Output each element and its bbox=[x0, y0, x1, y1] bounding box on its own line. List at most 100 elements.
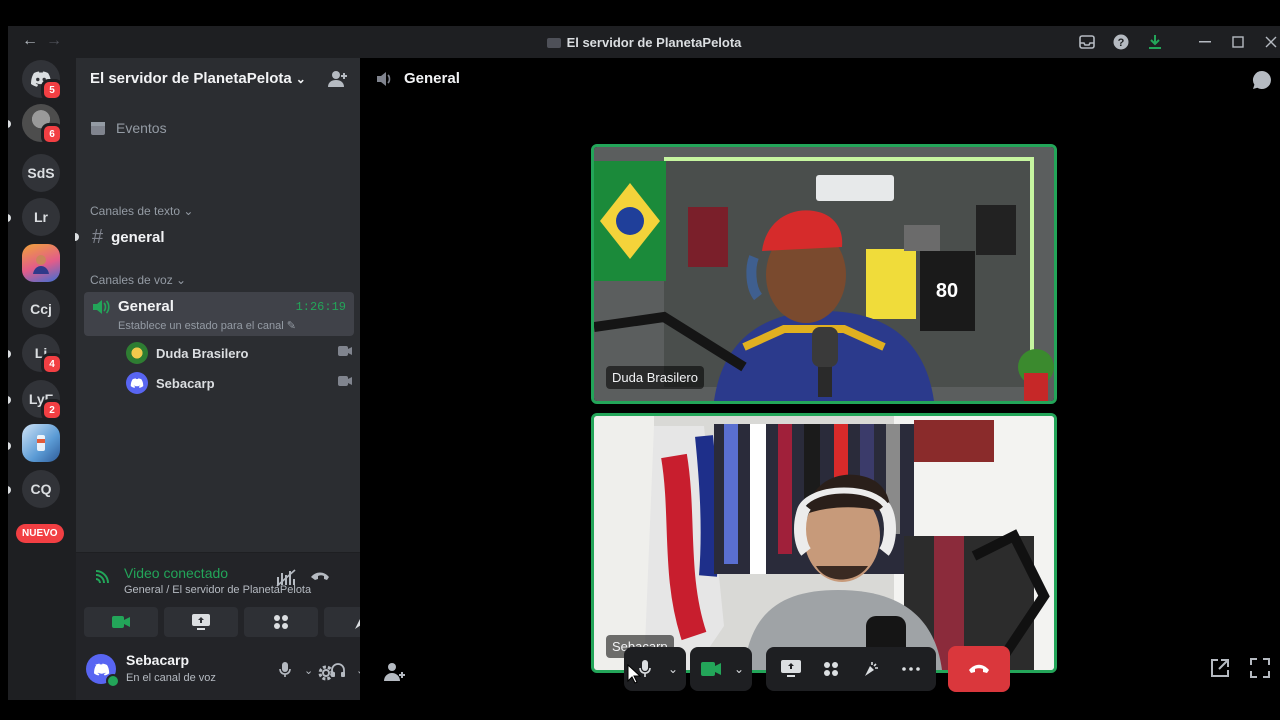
screen-share-icon bbox=[192, 614, 210, 630]
voice-user-duda[interactable]: Duda Brasilero bbox=[126, 342, 248, 364]
discord-home-icon[interactable]: 5 bbox=[22, 60, 63, 101]
activities-icon bbox=[824, 662, 838, 676]
maximize-icon[interactable] bbox=[1230, 34, 1246, 50]
voice-connected-title[interactable]: Video conectado bbox=[124, 565, 228, 581]
video-camera-icon bbox=[112, 616, 130, 628]
chevron-down-icon[interactable]: ⌄ bbox=[734, 662, 748, 676]
close-icon[interactable] bbox=[1263, 34, 1279, 50]
camera-button[interactable] bbox=[84, 607, 158, 637]
channel-sidebar: El servidor de PlanetaPelota ⌄ Eventos Ca… bbox=[75, 58, 398, 700]
pencil-icon: ✎ bbox=[286, 320, 297, 332]
voice-channel-name: General bbox=[118, 298, 174, 315]
unread-pill bbox=[8, 120, 11, 128]
speaker-icon bbox=[92, 299, 110, 315]
chevron-down-icon[interactable]: ⌄ bbox=[304, 664, 313, 677]
server-label: Lr bbox=[34, 209, 48, 225]
discord-avatar-icon bbox=[126, 372, 148, 394]
new-badge[interactable]: NUEVO bbox=[16, 524, 64, 543]
channel-status[interactable]: Establece un estado para el canal ✎ bbox=[118, 319, 296, 332]
gear-icon[interactable] bbox=[317, 664, 335, 682]
actions-group bbox=[766, 647, 936, 691]
unread-pill bbox=[8, 214, 11, 222]
voice-category[interactable]: Canales de voz ⌄ bbox=[90, 273, 186, 287]
camera-group: ⌄ bbox=[690, 647, 752, 691]
unread-pill bbox=[75, 233, 79, 241]
video-tile-sebacarp[interactable]: Sebacarp bbox=[591, 413, 1057, 673]
participant-name: Duda Brasilero bbox=[606, 366, 704, 389]
channel-status-text: Establece un estado para el canal bbox=[118, 320, 284, 332]
microphone-icon[interactable] bbox=[279, 662, 291, 678]
server-sds[interactable]: SdS bbox=[22, 154, 60, 192]
notification-badge: 2 bbox=[41, 399, 63, 421]
screen-share-icon bbox=[781, 660, 801, 677]
title-bar: ← → El servidor de PlanetaPelota ? bbox=[8, 26, 1280, 58]
user-status: En el canal de voz bbox=[126, 672, 216, 684]
window-title-text: El servidor de PlanetaPelota bbox=[566, 35, 742, 50]
server-li[interactable]: Li 4 bbox=[22, 334, 63, 375]
server-ccj[interactable]: Ccj bbox=[22, 290, 60, 328]
pop-out-icon[interactable] bbox=[1210, 658, 1230, 678]
server-lyf[interactable]: LyF 2 bbox=[22, 380, 63, 421]
server-avatar-2[interactable] bbox=[22, 244, 60, 282]
invite-user-icon[interactable] bbox=[328, 70, 348, 88]
events-label: Eventos bbox=[116, 120, 167, 136]
events-link[interactable]: Eventos bbox=[90, 120, 167, 136]
channel-general-text[interactable]: # general bbox=[92, 226, 164, 249]
server-cq[interactable]: CQ bbox=[22, 470, 60, 508]
text-category[interactable]: Canales de texto ⌄ bbox=[90, 204, 193, 218]
chat-bubble-icon[interactable] bbox=[1252, 70, 1272, 90]
screen-share-button[interactable] bbox=[164, 607, 238, 637]
unread-pill bbox=[8, 396, 11, 404]
server-rail: 5 6 SdS Lr Ccj Li 4 LyF 2 CQ NUEVO bbox=[8, 58, 76, 700]
server-lr[interactable]: Lr bbox=[22, 198, 60, 236]
call-controls: ⌄ ⌄ bbox=[624, 646, 1010, 692]
server-avatar-3[interactable] bbox=[22, 424, 60, 462]
minimize-icon[interactable] bbox=[1197, 34, 1213, 50]
server-header[interactable]: El servidor de PlanetaPelota ⌄ bbox=[76, 58, 360, 102]
server-avatar-1[interactable]: 6 bbox=[22, 104, 63, 145]
video-camera-icon bbox=[701, 662, 721, 676]
help-icon[interactable]: ? bbox=[1113, 34, 1129, 50]
voice-channel-general[interactable]: General 1:26:19 Establece un estado para… bbox=[84, 292, 354, 336]
noise-suppression-icon[interactable] bbox=[276, 569, 296, 587]
hashtag-icon: # bbox=[92, 226, 104, 248]
screen-share-button[interactable] bbox=[774, 652, 808, 686]
activities-button[interactable] bbox=[814, 652, 848, 686]
voice-connected-panel: Video conectado General / El servidor de… bbox=[76, 552, 398, 640]
add-people-icon[interactable] bbox=[384, 662, 406, 682]
category-label: Canales de texto bbox=[90, 204, 181, 218]
video-feed-sebacarp bbox=[594, 416, 1054, 670]
call-duration: 1:26:19 bbox=[295, 300, 346, 314]
calendar-icon bbox=[91, 122, 105, 135]
disconnect-icon[interactable] bbox=[310, 571, 330, 581]
online-status-dot bbox=[106, 674, 120, 688]
server-name: El servidor de PlanetaPelota bbox=[90, 70, 292, 87]
notification-badge: 6 bbox=[41, 123, 63, 145]
soundboard-button[interactable] bbox=[854, 652, 888, 686]
video-feed-duda: 80 bbox=[594, 147, 1054, 401]
soundboard-icon bbox=[865, 662, 878, 676]
download-icon[interactable] bbox=[1147, 34, 1163, 50]
notification-badge: 4 bbox=[41, 353, 63, 375]
activities-button[interactable] bbox=[244, 607, 318, 637]
user-name[interactable]: Sebacarp bbox=[126, 652, 189, 668]
discord-window: ← → El servidor de PlanetaPelota ? 5 6 S… bbox=[8, 26, 1280, 700]
leave-call-button[interactable] bbox=[948, 646, 1010, 692]
video-camera-icon bbox=[338, 376, 352, 386]
activities-icon bbox=[274, 615, 288, 629]
notification-badge: 5 bbox=[41, 79, 63, 101]
camera-toggle-button[interactable] bbox=[694, 652, 728, 686]
video-tile-duda[interactable]: 80 Duda Brasilero bbox=[591, 144, 1057, 404]
category-label: Canales de voz bbox=[90, 273, 173, 287]
chevron-down-icon: ⌄ bbox=[295, 72, 306, 86]
channel-label: general bbox=[111, 229, 165, 246]
inbox-icon[interactable] bbox=[1079, 34, 1095, 50]
signal-icon[interactable] bbox=[94, 569, 110, 585]
server-label: CQ bbox=[30, 481, 52, 497]
more-options-icon[interactable] bbox=[894, 652, 928, 686]
svg-text:80: 80 bbox=[936, 280, 958, 302]
unread-pill bbox=[8, 442, 11, 450]
fullscreen-icon[interactable] bbox=[1250, 658, 1270, 678]
voice-user-sebacarp[interactable]: Sebacarp bbox=[126, 372, 215, 394]
chevron-down-icon[interactable]: ⌄ bbox=[668, 662, 682, 676]
